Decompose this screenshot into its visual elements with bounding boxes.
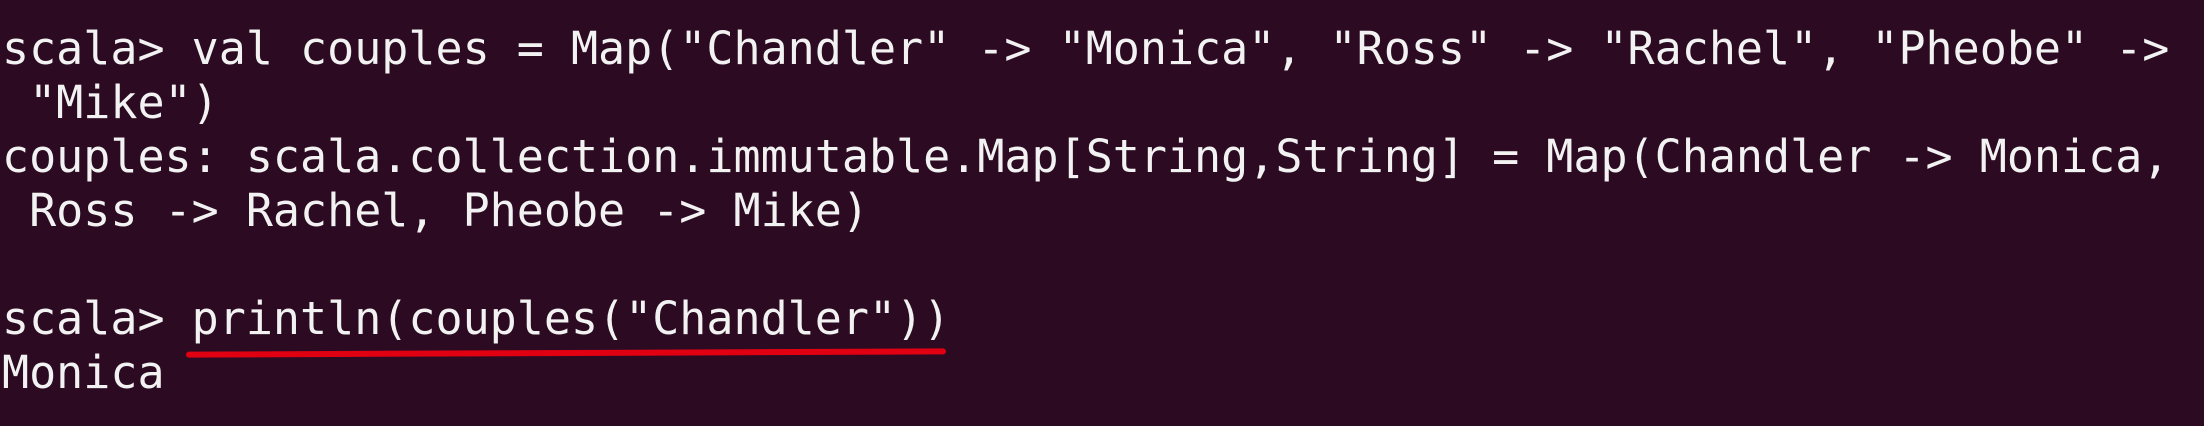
terminal-input-line-2: "Mike") bbox=[2, 76, 219, 129]
terminal-window[interactable]: scala> val couples = Map("Chandler" -> "… bbox=[0, 0, 2204, 426]
terminal-input-line-1: scala> val couples = Map("Chandler" -> "… bbox=[2, 22, 2170, 75]
terminal-output-line-2: Ross -> Rachel, Pheobe -> Mike) bbox=[2, 184, 869, 237]
highlight-underline bbox=[185, 348, 947, 358]
terminal-result-line: Monica bbox=[2, 346, 165, 399]
terminal-output-line-1: couples: scala.collection.immutable.Map[… bbox=[2, 130, 2170, 183]
terminal-command-line: scala> println(couples("Chandler")) bbox=[2, 292, 951, 345]
